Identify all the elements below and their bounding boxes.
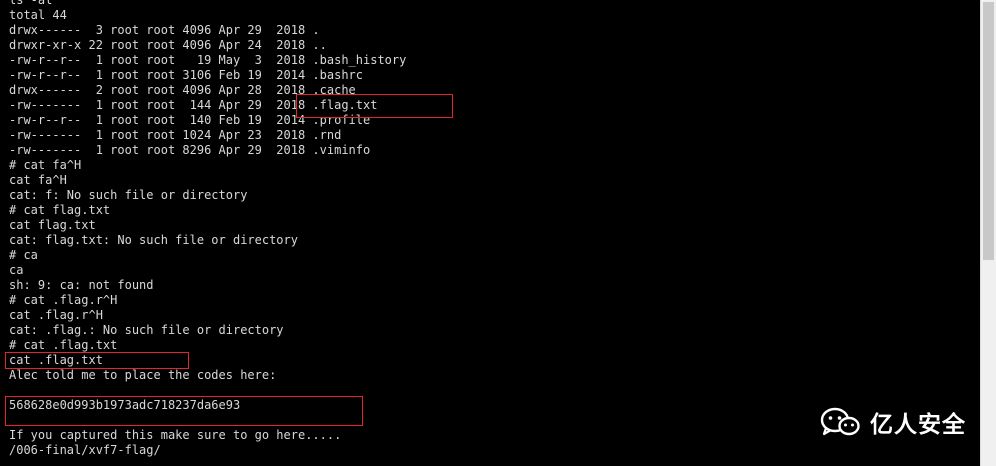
watermark-text: 亿人安全 (870, 412, 966, 438)
flag-file-highlight (296, 94, 453, 118)
terminal-line: # cat .flag.r^H (9, 293, 118, 307)
scrollbar-thumb[interactable] (983, 2, 994, 260)
terminal-line: cat: f: No such file or directory (9, 188, 248, 202)
terminal-line: If you captured this make sure to go her… (9, 428, 342, 442)
terminal-line: /006-final/xvf7-flag/ (9, 443, 161, 457)
terminal-line: drwxr-xr-x 22 root root 4096 Apr 24 2018… (9, 38, 327, 52)
terminal-window[interactable]: ls -al total 44 drwx------ 3 root root 4… (0, 0, 980, 466)
terminal-output: ls -al total 44 drwx------ 3 root root 4… (9, 0, 406, 458)
terminal-line: Alec told me to place the codes here: (9, 368, 277, 382)
terminal-line: ls -al (9, 0, 53, 7)
cat-command-highlight (5, 352, 189, 369)
terminal-line: cat .flag.r^H (9, 308, 103, 322)
terminal-line: cat: flag.txt: No such file or directory (9, 233, 298, 247)
terminal-line: # cat flag.txt (9, 203, 111, 217)
terminal-line: drwx------ 3 root root 4096 Apr 29 2018 … (9, 23, 320, 37)
terminal-line: cat flag.txt (9, 218, 96, 232)
terminal-line: # cat fa^H (9, 158, 82, 172)
terminal-line: -rw------- 1 root root 8296 Apr 29 2018 … (9, 143, 371, 157)
terminal-line: # cat .flag.txt (9, 338, 118, 352)
vertical-scrollbar[interactable] (980, 0, 996, 466)
terminal-line: # ca (9, 248, 38, 262)
wechat-icon (820, 407, 860, 436)
terminal-line: total 44 (9, 8, 67, 22)
terminal-line: ca (9, 263, 24, 277)
terminal-line: -rw-r--r-- 1 root root 19 May 3 2018 .ba… (9, 53, 407, 67)
terminal-line: -rw-r--r-- 1 root root 3106 Feb 19 2014 … (9, 68, 364, 82)
flag-code-highlight (5, 396, 363, 426)
watermark: 亿人安全 (820, 402, 966, 442)
terminal-line: sh: 9: ca: not found (9, 278, 154, 292)
terminal-line: cat: .flag.: No such file or directory (9, 323, 284, 337)
terminal-line: cat fa^H (9, 173, 67, 187)
terminal-line: -rw------- 1 root root 1024 Apr 23 2018 … (9, 128, 342, 142)
